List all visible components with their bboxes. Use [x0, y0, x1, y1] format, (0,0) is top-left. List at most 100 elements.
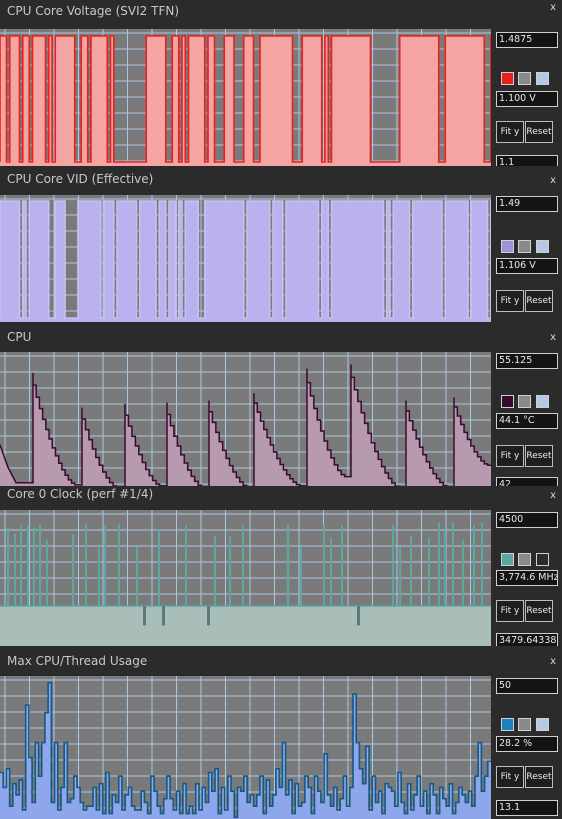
series-fill	[0, 605, 491, 646]
clock-spike	[242, 525, 244, 606]
close-icon[interactable]: x	[550, 490, 556, 501]
fill-color-swatch[interactable]	[518, 718, 531, 731]
clock-spike	[462, 540, 464, 606]
graph-plot	[0, 510, 491, 646]
reset-button[interactable]: Reset	[525, 445, 553, 467]
clock-spike	[473, 525, 475, 606]
max-value-field[interactable]: 55.125	[496, 353, 558, 369]
line-color-swatch[interactable]	[501, 72, 514, 85]
panel-cpu-temp: CPU x 55.125 44.1 °C Fit y Reset 42	[0, 323, 562, 493]
reset-button[interactable]: Reset	[525, 600, 553, 622]
current-value-field: 1.100 V	[496, 91, 558, 107]
max-value-field[interactable]: 50	[496, 678, 558, 694]
fill-color-swatch[interactable]	[518, 240, 531, 253]
bg-color-swatch[interactable]	[536, 718, 549, 731]
bg-color-swatch[interactable]	[536, 72, 549, 85]
clock-spike	[7, 527, 9, 606]
max-value-field[interactable]: 1.49	[496, 196, 558, 212]
clock-spike	[438, 522, 440, 606]
clock-spike	[85, 523, 87, 606]
clock-spike	[185, 525, 187, 606]
reset-button[interactable]: Reset	[525, 766, 553, 788]
panel-title: CPU Core VID (Effective)	[7, 172, 154, 186]
bg-color-swatch[interactable]	[536, 553, 549, 566]
close-icon[interactable]: x	[550, 332, 556, 343]
fit-y-button[interactable]: Fit y	[496, 766, 524, 788]
fill-color-swatch[interactable]	[518, 553, 531, 566]
clock-spike	[46, 540, 48, 606]
panel-core-clock: Core 0 Clock (perf #1/4) x 4500 3,774.6 …	[0, 486, 562, 649]
graph-plot	[0, 352, 491, 493]
clock-spike	[481, 522, 483, 606]
close-icon[interactable]: x	[550, 175, 556, 186]
clock-dip	[357, 605, 360, 626]
clock-spike	[214, 536, 216, 606]
min-value-field[interactable]: 13.1	[496, 800, 558, 816]
current-value-field: 3,774.6 MHz	[496, 570, 558, 586]
clock-spike	[98, 546, 100, 606]
clock-spike	[229, 536, 231, 606]
clock-spike	[330, 537, 332, 606]
panel-thread-usage: Max CPU/Thread Usage x 50 28.2 % Fit y R…	[0, 646, 562, 819]
clock-spike	[72, 533, 74, 606]
clock-spike	[323, 525, 325, 606]
fit-y-button[interactable]: Fit y	[496, 290, 524, 312]
clock-spike	[104, 525, 106, 606]
graph-svg	[0, 352, 491, 493]
bg-color-swatch[interactable]	[536, 395, 549, 408]
clock-dip	[162, 605, 165, 626]
graph-svg	[0, 676, 491, 819]
clock-spike	[27, 525, 29, 606]
line-color-swatch[interactable]	[501, 395, 514, 408]
panel-voltage: CPU Core Voltage (SVI2 TFN) x 1.4875 1.1…	[0, 0, 562, 171]
clock-dip	[143, 605, 146, 626]
graph-plot	[0, 195, 491, 322]
clock-spike	[287, 523, 289, 606]
panel-title: Core 0 Clock (perf #1/4)	[7, 487, 154, 501]
panel-vid: CPU Core VID (Effective) x 1.49 1.106 V …	[0, 166, 562, 323]
clock-spike	[33, 527, 35, 606]
series-fill	[0, 201, 491, 322]
current-value-field: 44.1 °C	[496, 413, 558, 429]
graph-svg	[0, 29, 491, 166]
clock-spike	[20, 525, 22, 606]
fit-y-button[interactable]: Fit y	[496, 445, 524, 467]
panel-title: CPU	[7, 330, 32, 344]
graph-plot	[0, 676, 491, 819]
graph-svg	[0, 510, 491, 646]
series-fill	[0, 36, 491, 166]
clock-spike	[399, 546, 401, 606]
clock-spike	[14, 533, 16, 606]
clock-spike	[136, 546, 138, 606]
bg-color-swatch[interactable]	[536, 240, 549, 253]
fit-y-button[interactable]: Fit y	[496, 600, 524, 622]
close-icon[interactable]: x	[550, 2, 556, 13]
current-value-field: 28.2 %	[496, 736, 558, 752]
panel-title: CPU Core Voltage (SVI2 TFN)	[7, 4, 180, 18]
clock-spike	[39, 525, 41, 606]
line-color-swatch[interactable]	[501, 553, 514, 566]
current-value-field: 1.106 V	[496, 258, 558, 274]
fill-color-swatch[interactable]	[518, 72, 531, 85]
clock-spike	[410, 536, 412, 606]
fit-y-button[interactable]: Fit y	[496, 121, 524, 143]
clock-spike	[118, 523, 120, 606]
max-value-field[interactable]: 4500	[496, 512, 558, 528]
clock-spike	[300, 546, 302, 606]
close-icon[interactable]: x	[550, 656, 556, 667]
reset-button[interactable]: Reset	[525, 290, 553, 312]
fill-color-swatch[interactable]	[518, 395, 531, 408]
clock-spike	[392, 525, 394, 606]
panel-title: Max CPU/Thread Usage	[7, 654, 148, 668]
clock-spike	[428, 537, 430, 606]
graph-svg	[0, 195, 491, 322]
line-color-swatch[interactable]	[501, 240, 514, 253]
graph-plot	[0, 29, 491, 166]
series-fill	[0, 364, 491, 493]
max-value-field[interactable]: 1.4875	[496, 32, 558, 48]
clock-spike	[158, 530, 160, 606]
clock-spike	[452, 522, 454, 606]
reset-button[interactable]: Reset	[525, 121, 553, 143]
line-color-swatch[interactable]	[501, 718, 514, 731]
clock-spike	[444, 530, 446, 606]
